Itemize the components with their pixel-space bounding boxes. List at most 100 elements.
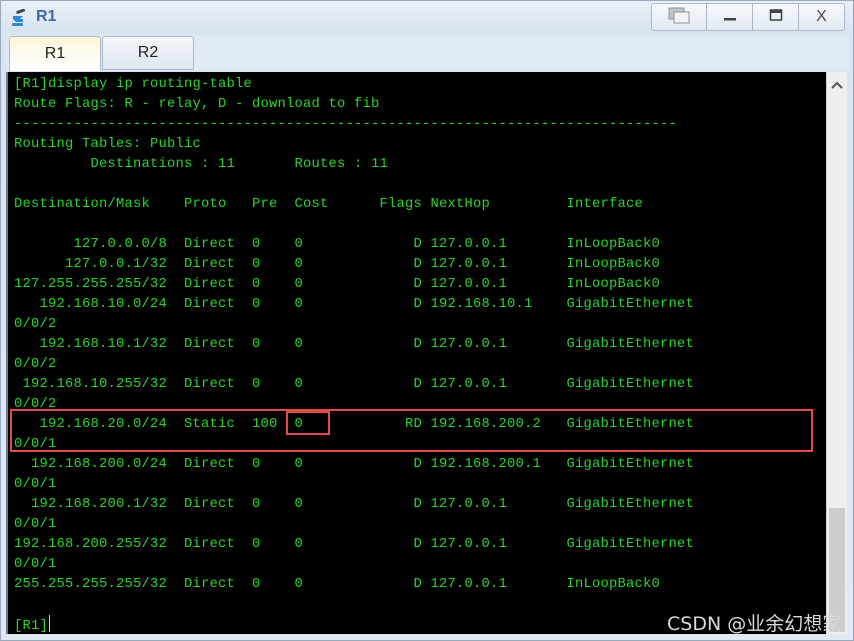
highlight-box-preference bbox=[286, 411, 330, 435]
route-interface: GigabitEthernet bbox=[566, 497, 694, 512]
route-flags: D bbox=[379, 297, 431, 312]
route-proto: Direct bbox=[184, 277, 252, 292]
route-cost: 0 bbox=[294, 577, 380, 592]
route-interface: GigabitEthernet bbox=[566, 337, 694, 352]
summary-line: Destinations : 11 Routes : 11 bbox=[14, 157, 388, 172]
route-destination: 192.168.200.1/32 bbox=[14, 497, 184, 512]
route-destination: 192.168.10.255/32 bbox=[14, 377, 184, 392]
route-pre: 0 bbox=[252, 537, 295, 552]
route-nexthop: 127.0.0.1 bbox=[430, 377, 567, 392]
route-flags: D bbox=[379, 337, 431, 352]
route-destination: 192.168.200.255/32 bbox=[14, 537, 184, 552]
route-cost: 0 bbox=[294, 297, 380, 312]
watermark: CSDN @业余幻想家 bbox=[667, 613, 842, 635]
route-pre: 0 bbox=[252, 377, 295, 392]
route-nexthop: 127.0.0.1 bbox=[430, 537, 567, 552]
route-interface: InLoopBack0 bbox=[566, 277, 660, 292]
close-button[interactable]: X bbox=[799, 3, 845, 31]
route-proto: Direct bbox=[184, 377, 252, 392]
close-icon: X bbox=[816, 8, 827, 25]
terminal-text: [R1]display ip routing-table Route Flags:… bbox=[14, 75, 694, 635]
table-header: Destination/Mask Proto Pre Cost Flags Ne… bbox=[14, 197, 643, 212]
prompt-line[interactable]: [R1] bbox=[14, 615, 694, 635]
network-device-icon bbox=[10, 8, 28, 27]
chevron-up-icon bbox=[831, 76, 843, 92]
route-destination: 192.168.10.0/24 bbox=[14, 297, 184, 312]
route-interface-continuation: 0/0/1 bbox=[14, 557, 57, 572]
restore-windows-button[interactable] bbox=[651, 3, 707, 31]
route-nexthop: 127.0.0.1 bbox=[430, 497, 567, 512]
maximize-button[interactable] bbox=[753, 3, 799, 31]
route-proto: Direct bbox=[184, 577, 252, 592]
prompt: [R1] bbox=[14, 619, 48, 634]
route-nexthop: 127.0.0.1 bbox=[430, 337, 567, 352]
terminal-output[interactable]: [R1]display ip routing-table Route Flags:… bbox=[6, 72, 826, 634]
route-interface: GigabitEthernet bbox=[566, 537, 694, 552]
route-flags: D bbox=[379, 257, 431, 272]
route-proto: Direct bbox=[184, 297, 252, 312]
route-proto: Direct bbox=[184, 497, 252, 512]
route-destination: 127.255.255.255/32 bbox=[14, 277, 184, 292]
command-line: [R1]display ip routing-table bbox=[14, 77, 252, 92]
route-cost: 0 bbox=[294, 497, 380, 512]
route-flags: D bbox=[379, 277, 431, 292]
vertical-scrollbar[interactable] bbox=[826, 72, 847, 634]
table-row: 192.168.200.0/24 Direct 0 0 D 192.168.20… bbox=[14, 455, 694, 475]
route-flags-line: Route Flags: R - relay, D - download to … bbox=[14, 97, 380, 112]
table-row: 192.168.10.255/32 Direct 0 0 D 127.0.0.1… bbox=[14, 375, 694, 395]
table-row: 255.255.255.255/32 Direct 0 0 D 127.0.0.… bbox=[14, 575, 694, 595]
minimize-icon bbox=[723, 8, 737, 27]
route-flags: D bbox=[379, 457, 431, 472]
route-cost: 0 bbox=[294, 277, 380, 292]
route-nexthop: 127.0.0.1 bbox=[430, 277, 567, 292]
minimize-button[interactable] bbox=[707, 3, 753, 31]
route-pre: 0 bbox=[252, 577, 295, 592]
route-flags: D bbox=[379, 497, 431, 512]
table-row: 127.0.0.1/32 Direct 0 0 D 127.0.0.1 InLo… bbox=[14, 255, 694, 275]
route-proto: Direct bbox=[184, 457, 252, 472]
table-row: 192.168.10.1/32 Direct 0 0 D 127.0.0.1 G… bbox=[14, 335, 694, 355]
window-title: R1 bbox=[36, 8, 57, 25]
route-interface: GigabitEthernet bbox=[566, 457, 694, 472]
route-destination: 192.168.200.0/24 bbox=[14, 457, 184, 472]
route-nexthop: 192.168.200.1 bbox=[430, 457, 567, 472]
route-destination: 127.0.0.0/8 bbox=[14, 237, 184, 252]
route-interface-continuation: 0/0/1 bbox=[14, 477, 57, 492]
route-nexthop: 127.0.0.1 bbox=[430, 577, 567, 592]
route-proto: Direct bbox=[184, 237, 252, 252]
routing-tables-line: Routing Tables: Public bbox=[14, 137, 201, 152]
route-cost: 0 bbox=[294, 257, 380, 272]
scroll-up-button[interactable] bbox=[827, 72, 847, 96]
route-cost: 0 bbox=[294, 537, 380, 552]
table-row: 127.0.0.0/8 Direct 0 0 D 127.0.0.1 InLoo… bbox=[14, 235, 694, 255]
route-pre: 0 bbox=[252, 337, 295, 352]
tab-r1[interactable]: R1 bbox=[9, 36, 101, 71]
maximize-icon bbox=[769, 8, 783, 27]
tab-r2[interactable]: R2 bbox=[102, 36, 194, 70]
route-nexthop: 127.0.0.1 bbox=[430, 237, 567, 252]
table-row: 192.168.200.255/32 Direct 0 0 D 127.0.0.… bbox=[14, 535, 694, 555]
route-pre: 0 bbox=[252, 257, 295, 272]
route-interface: InLoopBack0 bbox=[566, 237, 660, 252]
route-interface: InLoopBack0 bbox=[566, 257, 660, 272]
table-row: 127.255.255.255/32 Direct 0 0 D 127.0.0.… bbox=[14, 275, 694, 295]
route-cost: 0 bbox=[294, 237, 380, 252]
route-flags: D bbox=[379, 237, 431, 252]
separator-line: ----------------------------------------… bbox=[14, 117, 677, 132]
route-interface-continuation: 0/0/2 bbox=[14, 317, 57, 332]
route-pre: 0 bbox=[252, 297, 295, 312]
title-bar[interactable]: R1 X bbox=[1, 1, 853, 33]
route-destination: 192.168.10.1/32 bbox=[14, 337, 184, 352]
route-proto: Direct bbox=[184, 257, 252, 272]
highlight-box-static-route bbox=[10, 409, 813, 452]
route-pre: 0 bbox=[252, 497, 295, 512]
route-flags: D bbox=[379, 377, 431, 392]
route-nexthop: 127.0.0.1 bbox=[430, 257, 567, 272]
route-interface: InLoopBack0 bbox=[566, 577, 660, 592]
route-pre: 0 bbox=[252, 237, 295, 252]
route-flags: D bbox=[379, 577, 431, 592]
route-interface: GigabitEthernet bbox=[566, 297, 694, 312]
